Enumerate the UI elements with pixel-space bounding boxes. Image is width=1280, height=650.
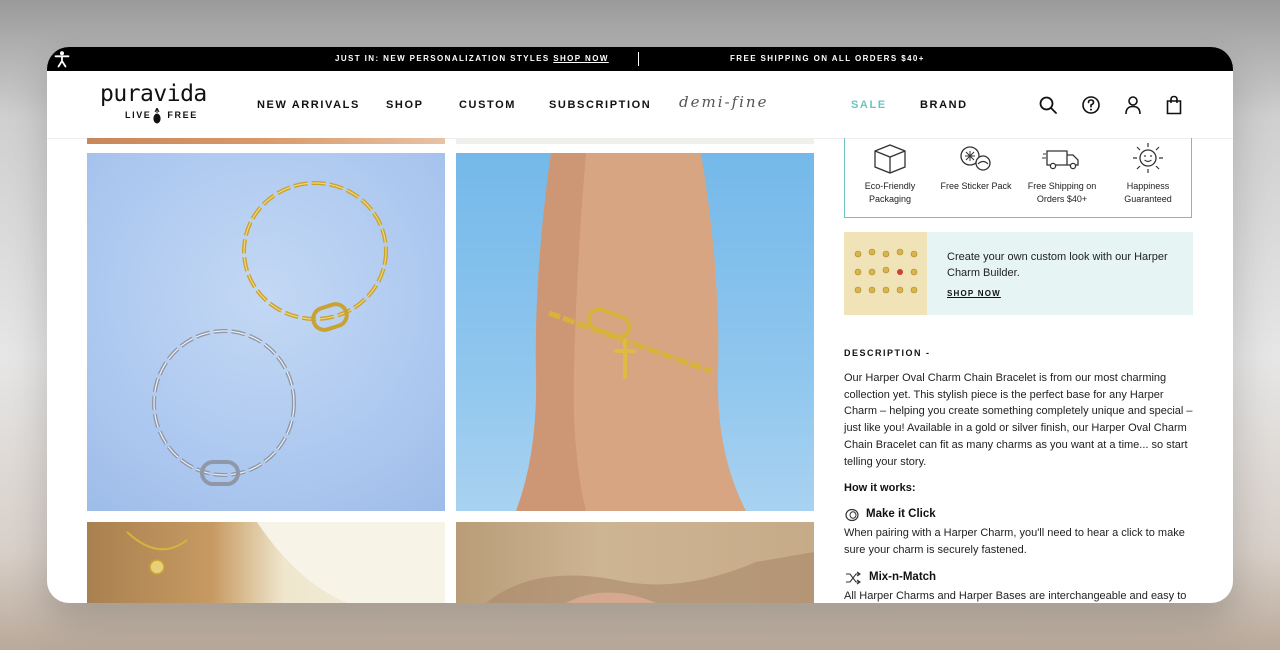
feature-body-mix-n-match: All Harper Charms and Harper Bases are i… [844,590,1187,602]
shuffle-icon [846,571,861,585]
description-heading[interactable]: DESCRIPTION - [844,348,931,358]
charm-builder-text: Create your own custom look with our Har… [947,251,1168,279]
click-icon [845,508,859,522]
nav-shop[interactable]: SHOP [386,99,424,111]
promo-free-shipping: FREE SHIPPING ON ALL ORDERS $40+ [730,54,925,63]
perk-label: Free Shipping on Orders $40+ [1027,181,1097,204]
perk-free-shipping: Free Shipping on Orders $40+ [1022,142,1102,206]
charm-builder-promo: Create your own custom look with our Har… [844,232,1193,315]
account-icon[interactable] [1123,95,1143,115]
feature-title-mix-n-match: Mix-n-Match [869,571,937,583]
perks-box: Eco-Friendly Packaging Free Sticker Pack… [844,138,1192,218]
product-image-strip [456,138,814,144]
pineapple-icon [153,108,161,124]
help-icon[interactable] [1081,95,1101,115]
charm-thumbnail[interactable] [844,232,927,315]
charm-builder-shop-now[interactable]: SHOP NOW [947,289,1001,298]
promo-left-text: JUST IN: NEW PERSONALIZATION STYLES [335,54,554,63]
product-image-bracelets[interactable] [87,153,445,511]
nav-custom[interactable]: CUSTOM [459,99,516,111]
perk-label: Free Sticker Pack [940,181,1012,191]
puravida-logo[interactable]: puravida LIVE FREE [100,81,220,124]
perk-label: Eco-Friendly Packaging [864,181,916,204]
site-header: puravida LIVE FREE NEW ARRIVALS SHOP CUST… [47,71,1233,139]
truck-icon [1042,150,1079,170]
feature-body-make-it-click: When pairing with a Harper Charm, you'll… [844,527,1185,556]
promo-personalization: JUST IN: NEW PERSONALIZATION STYLES SHOP… [335,54,609,63]
nav-sale[interactable]: SALE [851,99,887,111]
wrist-illustration [516,153,746,511]
sticker-icon [960,146,991,171]
how-it-works-heading: How it works: [844,482,916,494]
product-image-necklace[interactable] [87,522,445,603]
search-icon[interactable] [1038,95,1058,115]
product-image-strip [87,138,445,144]
feature-title-make-it-click: Make it Click [866,508,936,520]
nav-new-arrivals[interactable]: NEW ARRIVALS [257,99,360,111]
perk-sticker-pack: Free Sticker Pack [936,142,1016,193]
product-image-sand[interactable] [456,522,814,603]
perk-eco-friendly: Eco-Friendly Packaging [850,142,930,206]
perk-label: Happiness Guaranteed [1124,181,1172,204]
announcement-bar: JUST IN: NEW PERSONALIZATION STYLES SHOP… [47,47,1233,71]
logo-wordmark: puravida [100,81,207,107]
accessibility-icon[interactable] [53,50,71,68]
perk-happiness: Happiness Guaranteed [1108,142,1188,206]
nav-demi-fine[interactable]: demi-fine [679,93,768,111]
logo-tagline-right: FREE [167,110,198,120]
logo-tagline-left: LIVE [125,110,152,120]
product-image-wrist[interactable] [456,153,814,511]
bag-icon[interactable] [1164,95,1184,115]
necklace-illustration [126,522,445,603]
promo-divider [638,52,639,66]
nav-subscription[interactable]: SUBSCRIPTION [549,99,651,111]
bracelets-illustration [152,181,388,486]
nav-brand[interactable]: BRAND [920,99,968,111]
promo-shop-now-link[interactable]: SHOP NOW [553,54,609,63]
sun-icon [1133,143,1163,173]
browser-window: JUST IN: NEW PERSONALIZATION STYLES SHOP… [47,47,1233,603]
sand-illustration [486,552,814,603]
charms-grid-illustration [854,248,918,294]
description-body: Our Harper Oval Charm Chain Bracelet is … [844,372,1193,468]
box-icon [874,144,906,174]
